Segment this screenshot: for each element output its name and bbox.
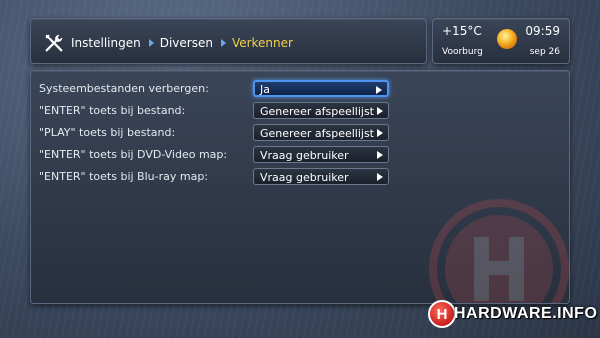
chevron-right-icon <box>377 151 383 159</box>
breadcrumb: Instellingen Diversen Verkenner <box>43 32 293 54</box>
select-value: Vraag gebruiker <box>260 171 349 184</box>
enter-dvd-folder-select[interactable]: Vraag gebruiker <box>253 146 389 163</box>
hardware-info-badge-icon: H <box>428 300 456 328</box>
weather-temperature: +15°C <box>442 24 482 38</box>
hardware-info-logo-text: HARDWARE.INFO <box>454 305 598 322</box>
setting-label: Systeembestanden verbergen: <box>39 82 209 95</box>
sun-icon <box>497 29 517 49</box>
weather-widget: +15°C 09:59 Voorburg sep 26 <box>432 18 570 64</box>
setting-label: "PLAY" toets bij bestand: <box>39 126 176 139</box>
breadcrumb-item-instellingen[interactable]: Instellingen <box>71 36 141 50</box>
setting-label: "ENTER" toets bij DVD-Video map: <box>39 148 228 161</box>
setting-row-enter-bluray-folder: "ENTER" toets bij Blu-ray map: Vraag geb… <box>39 168 559 186</box>
chevron-right-icon <box>377 173 383 181</box>
setting-row-enter-dvd-folder: "ENTER" toets bij DVD-Video map: Vraag g… <box>39 146 559 164</box>
setting-row-play-file: "PLAY" toets bij bestand: Genereer afspe… <box>39 124 559 142</box>
enter-bluray-folder-select[interactable]: Vraag gebruiker <box>253 168 389 185</box>
setting-row-hide-system-files: Systeembestanden verbergen: Ja <box>39 80 559 98</box>
chevron-right-icon <box>376 86 382 94</box>
setting-label: "ENTER" toets bij Blu-ray map: <box>39 170 209 183</box>
select-value: Genereer afspeellijst <box>260 127 374 140</box>
enter-file-select[interactable]: Genereer afspeellijst <box>253 102 389 119</box>
hardware-info-watermark-icon <box>429 199 569 303</box>
hardware-info-logo: H HARDWARE.INFO <box>428 300 597 328</box>
clock-date: sep 26 <box>529 47 560 57</box>
setting-row-enter-file: "ENTER" toets bij bestand: Genereer afsp… <box>39 102 559 120</box>
clock-time: 09:59 <box>525 24 560 38</box>
chevron-right-icon <box>377 129 383 137</box>
breadcrumb-item-verkenner: Verkenner <box>231 36 293 50</box>
select-value: Vraag gebruiker <box>260 149 349 162</box>
play-file-select[interactable]: Genereer afspeellijst <box>253 124 389 141</box>
hide-system-files-select[interactable]: Ja <box>253 80 389 97</box>
tools-icon <box>45 34 63 52</box>
chevron-right-icon <box>377 107 383 115</box>
breadcrumb-item-diversen[interactable]: Diversen <box>160 36 213 50</box>
chevron-right-icon <box>220 39 226 47</box>
chevron-right-icon <box>148 39 154 47</box>
weather-location: Voorburg <box>442 47 483 57</box>
settings-panel: Systeembestanden verbergen: Ja "ENTER" t… <box>30 70 570 304</box>
select-value: Ja <box>260 83 270 96</box>
select-value: Genereer afspeellijst <box>260 105 374 118</box>
breadcrumb-panel: Instellingen Diversen Verkenner <box>30 18 427 64</box>
setting-label: "ENTER" toets bij bestand: <box>39 104 186 117</box>
